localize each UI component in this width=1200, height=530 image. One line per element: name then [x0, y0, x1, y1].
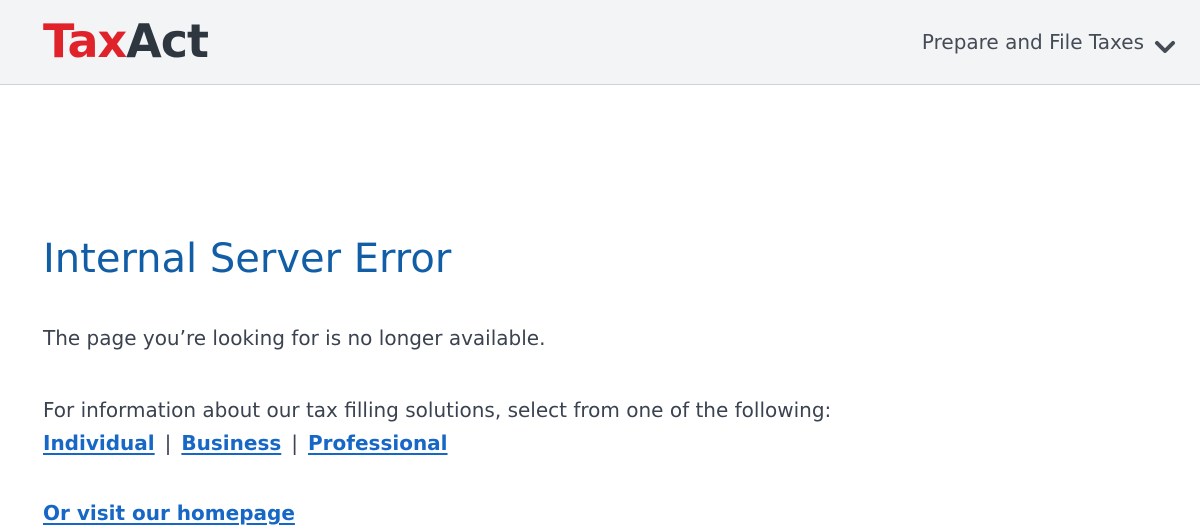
- link-separator: |: [164, 431, 172, 455]
- site-header: TaxAct Prepare and File Taxes: [0, 0, 1200, 85]
- nav-menu-label: Prepare and File Taxes: [921, 30, 1144, 54]
- professional-link[interactable]: Professional: [308, 431, 448, 455]
- taxact-logo[interactable]: TaxAct: [43, 14, 209, 68]
- error-message: The page you’re looking for is no longer…: [43, 326, 546, 350]
- page-title: Internal Server Error: [43, 236, 452, 282]
- homepage-link[interactable]: Or visit our homepage: [43, 496, 295, 530]
- solution-links: Individual | Business | Professional: [43, 426, 448, 460]
- info-text: For information about our tax filling so…: [43, 398, 832, 422]
- chevron-down-icon: [1154, 35, 1176, 53]
- business-link[interactable]: Business: [181, 431, 281, 455]
- link-separator: |: [291, 431, 299, 455]
- individual-link[interactable]: Individual: [43, 431, 155, 455]
- logo-tax-text: Tax: [43, 14, 127, 68]
- logo-act-text: Act: [126, 14, 209, 68]
- prepare-and-file-taxes-menu[interactable]: Prepare and File Taxes: [922, 24, 1176, 60]
